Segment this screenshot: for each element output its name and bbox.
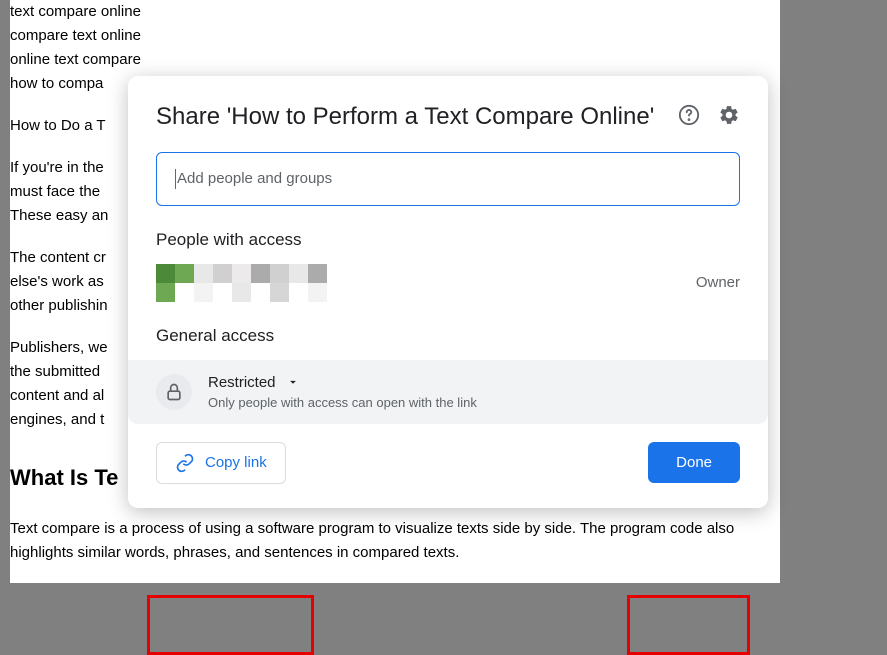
share-dialog: Share 'How to Perform a Text Compare Onl… bbox=[128, 76, 768, 508]
link-icon bbox=[175, 453, 195, 473]
copy-link-button[interactable]: Copy link bbox=[156, 442, 286, 484]
done-button[interactable]: Done bbox=[648, 442, 740, 483]
copy-link-label: Copy link bbox=[205, 454, 267, 471]
help-icon[interactable] bbox=[678, 104, 700, 126]
dialog-title: Share 'How to Perform a Text Compare Onl… bbox=[156, 100, 654, 134]
text-cursor bbox=[175, 169, 176, 189]
owner-row: Owner bbox=[128, 264, 768, 302]
owner-role-label: Owner bbox=[696, 274, 740, 291]
people-with-access-title: People with access bbox=[128, 230, 768, 250]
bg-para-5: Text compare is a process of using a sof… bbox=[10, 517, 780, 565]
chevron-down-icon bbox=[286, 375, 300, 389]
restricted-label: Restricted bbox=[208, 374, 276, 391]
general-access-title: General access bbox=[128, 326, 768, 346]
add-people-input[interactable] bbox=[177, 170, 721, 187]
add-people-input-container[interactable] bbox=[156, 152, 740, 206]
restricted-description: Only people with access can open with th… bbox=[208, 395, 477, 410]
gear-icon[interactable] bbox=[718, 104, 740, 126]
annotation-box-copy-link bbox=[147, 595, 314, 655]
bg-line-3: online text compare bbox=[10, 48, 780, 72]
lock-icon bbox=[156, 374, 192, 410]
annotation-box-done bbox=[627, 595, 750, 655]
owner-avatar-pixelated bbox=[156, 264, 346, 302]
bg-line-1: text compare online bbox=[10, 0, 780, 24]
general-access-row: Restricted Only people with access can o… bbox=[128, 360, 768, 424]
bg-line-2: compare text online bbox=[10, 24, 780, 48]
restricted-dropdown[interactable]: Restricted bbox=[208, 374, 477, 391]
